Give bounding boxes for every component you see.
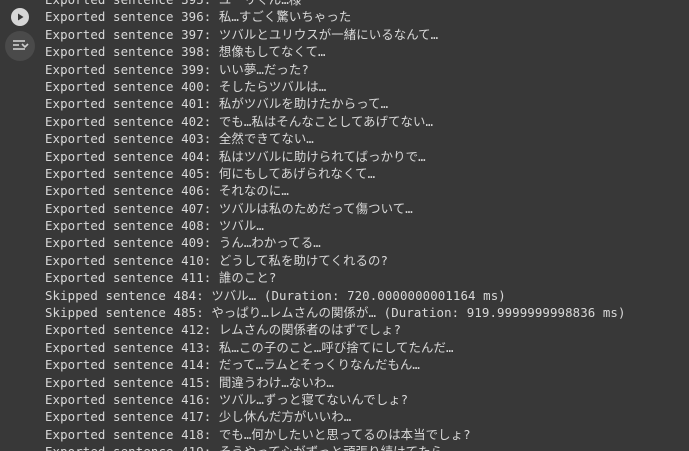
output-line: Skipped sentence 485: やっぱり…レムさんの関係が… (Du… <box>45 305 626 321</box>
output-line: Skipped sentence 484: ツバル… (Duration: 72… <box>45 287 506 303</box>
output-line: Exported sentence 416: ツバル…ずっと寝てないんでしょ? <box>45 391 409 407</box>
output-line: Exported sentence 402: でも…私はそんなことしてあげてない… <box>45 113 434 129</box>
output-line: Exported sentence 397: ツバルとユリウスが一緒にいるなんて… <box>45 26 439 42</box>
output-line: Exported sentence 415: 間違うわけ…ないわ… <box>45 374 334 390</box>
colab-cell-output: Exported sentence 395: ユーリくん…様Exported s… <box>0 0 689 451</box>
output-line: Exported sentence 418: でも…何かしたいと思ってるのは本当… <box>45 426 471 442</box>
run-cell-button[interactable] <box>7 4 33 30</box>
output-line: Exported sentence 399: いい夢…だった? <box>45 61 309 77</box>
cell-gutter <box>0 0 40 451</box>
output-line: Exported sentence 398: 想像もしてなくて… <box>45 44 326 60</box>
output-line: Exported sentence 413: 私…この子のこと…呼び捨てにしてた… <box>45 339 454 355</box>
output-options-button[interactable] <box>5 31 35 61</box>
output-line: Exported sentence 400: そしたらツバルは… <box>45 78 327 94</box>
output-text: Exported sentence 395: ユーリくん…様Exported s… <box>45 0 689 451</box>
output-options-icon <box>13 40 29 50</box>
output-line: Exported sentence 417: 少し休んだ方がいいわ… <box>45 409 352 425</box>
output-line: Exported sentence 395: ユーリくん…様 <box>45 0 689 8</box>
output-line: Exported sentence 412: レムさんの関係者のはずでしょ? <box>45 322 402 338</box>
play-circle-icon <box>11 8 29 26</box>
output-line: Exported sentence 396: 私…すごく驚いちゃった <box>45 9 352 25</box>
output-line: Exported sentence 408: ツバル… <box>45 218 264 234</box>
output-line: Exported sentence 419: そうやって心がずっと頑張り続けてた… <box>45 443 689 451</box>
output-line: Exported sentence 407: ツバルは私のためだって傷ついて… <box>45 200 413 216</box>
output-line: Exported sentence 414: だって…ラムとそっくりなんだもん… <box>45 357 420 373</box>
output-line: Exported sentence 410: どうして私を助けてくれるの? <box>45 252 389 268</box>
output-line: Exported sentence 404: 私はツバルに助けられてばっかりで… <box>45 148 426 164</box>
output-line: Exported sentence 405: 何にもしてあげられなくて… <box>45 165 376 181</box>
output-line: Exported sentence 401: 私がツバルを助けたからって… <box>45 96 389 112</box>
output-line: Exported sentence 403: 全然できてない… <box>45 131 314 147</box>
output-line: Exported sentence 406: それなのに… <box>45 183 289 199</box>
output-line: Exported sentence 411: 誰のこと? <box>45 270 277 286</box>
output-line: Exported sentence 409: うん…わかってる… <box>45 235 321 251</box>
